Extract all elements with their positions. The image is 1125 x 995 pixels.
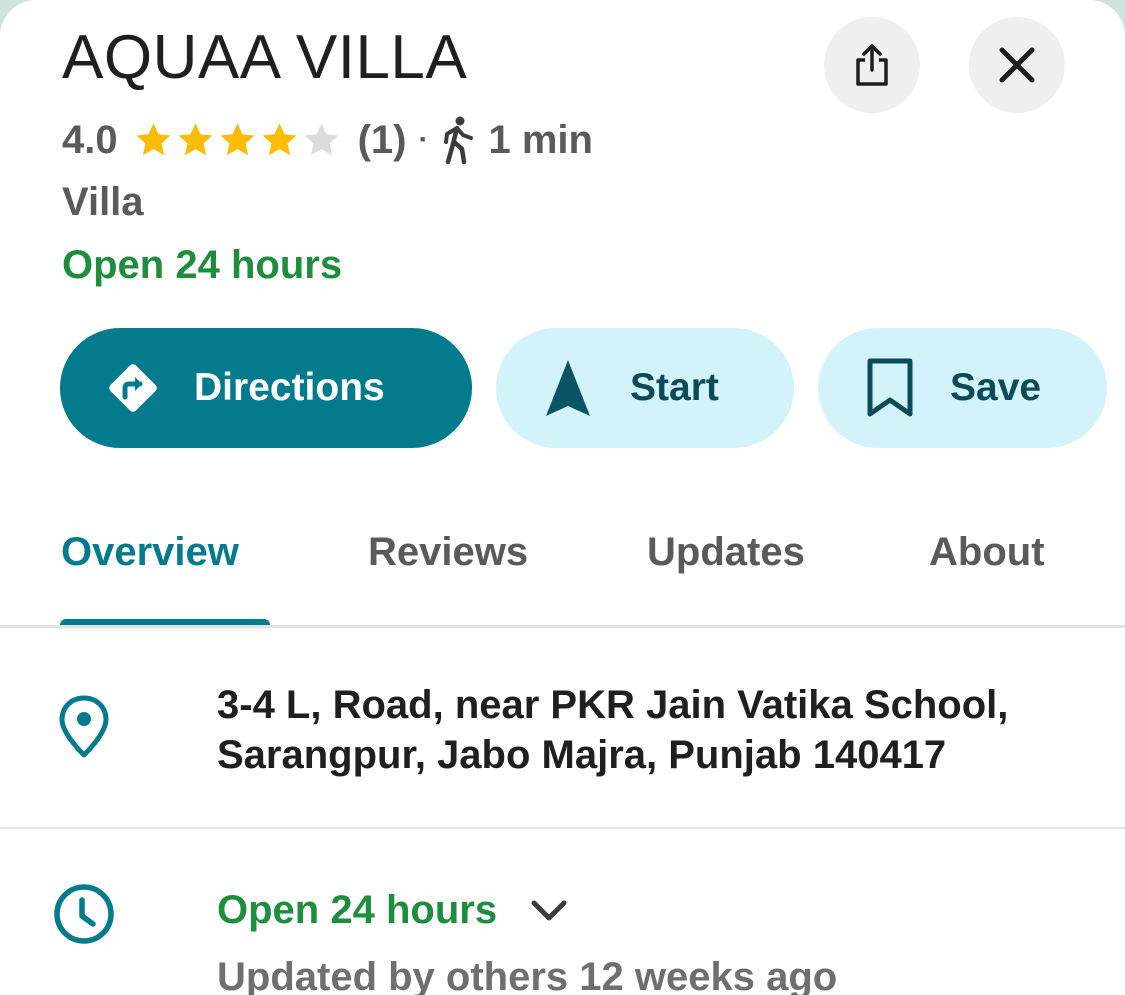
tab-updates[interactable]: Updates [647, 530, 805, 575]
walking-icon [441, 116, 475, 164]
share-icon [856, 44, 888, 86]
rating-value: 4.0 [62, 117, 118, 162]
chevron-down-icon [531, 900, 567, 922]
place-category: Villa [62, 180, 144, 224]
save-label: Save [950, 366, 1042, 409]
address-line-1: 3-4 L, Road, near PKR Jain Vatika School… [217, 683, 1009, 727]
open-status: Open 24 hours [62, 243, 343, 287]
directions-button[interactable]: Directions [60, 328, 472, 448]
address[interactable]: 3-4 L, Road, near PKR Jain Vatika School… [217, 680, 1097, 780]
tab-about[interactable]: About [929, 530, 1045, 575]
place-sheet: AQUAA VILLA 4.0 (1) · 1 min Villa Open 2… [0, 0, 1125, 995]
close-button[interactable] [969, 17, 1065, 113]
review-count: (1) [357, 117, 407, 162]
hours-toggle[interactable]: Open 24 hours [217, 888, 567, 933]
separator-dot: · [418, 123, 429, 156]
save-button[interactable]: Save [818, 328, 1107, 448]
star-icon [136, 122, 171, 155]
directions-label: Directions [194, 366, 385, 409]
star-empty-icon [304, 122, 339, 155]
star-icon [220, 122, 255, 155]
row-divider [0, 827, 1125, 829]
share-button[interactable] [824, 17, 920, 113]
star-icon [178, 122, 213, 155]
location-pin-icon [56, 694, 112, 760]
rating-row[interactable]: 4.0 (1) · 1 min [62, 112, 593, 168]
bookmark-icon [867, 358, 913, 417]
hours-label: Open 24 hours [217, 888, 498, 932]
tab-bar: Overview Reviews Updates About [0, 520, 1125, 628]
navigation-arrow-icon [546, 360, 590, 416]
tabs-divider [0, 625, 1125, 628]
directions-icon [109, 364, 157, 412]
clock-icon [52, 882, 116, 946]
walk-time: 1 min [488, 117, 593, 162]
close-icon [999, 47, 1035, 83]
address-line-2: Sarangpur, Jabo Majra, Punjab 140417 [217, 733, 947, 777]
start-button[interactable]: Start [496, 328, 794, 448]
hours-updated-note: Updated by others 12 weeks ago [217, 955, 838, 995]
star-rating [134, 122, 344, 159]
place-title: AQUAA VILLA [62, 23, 468, 92]
start-label: Start [630, 366, 719, 409]
tab-reviews[interactable]: Reviews [368, 530, 528, 575]
star-icon [262, 122, 297, 155]
tab-overview[interactable]: Overview [61, 530, 239, 575]
